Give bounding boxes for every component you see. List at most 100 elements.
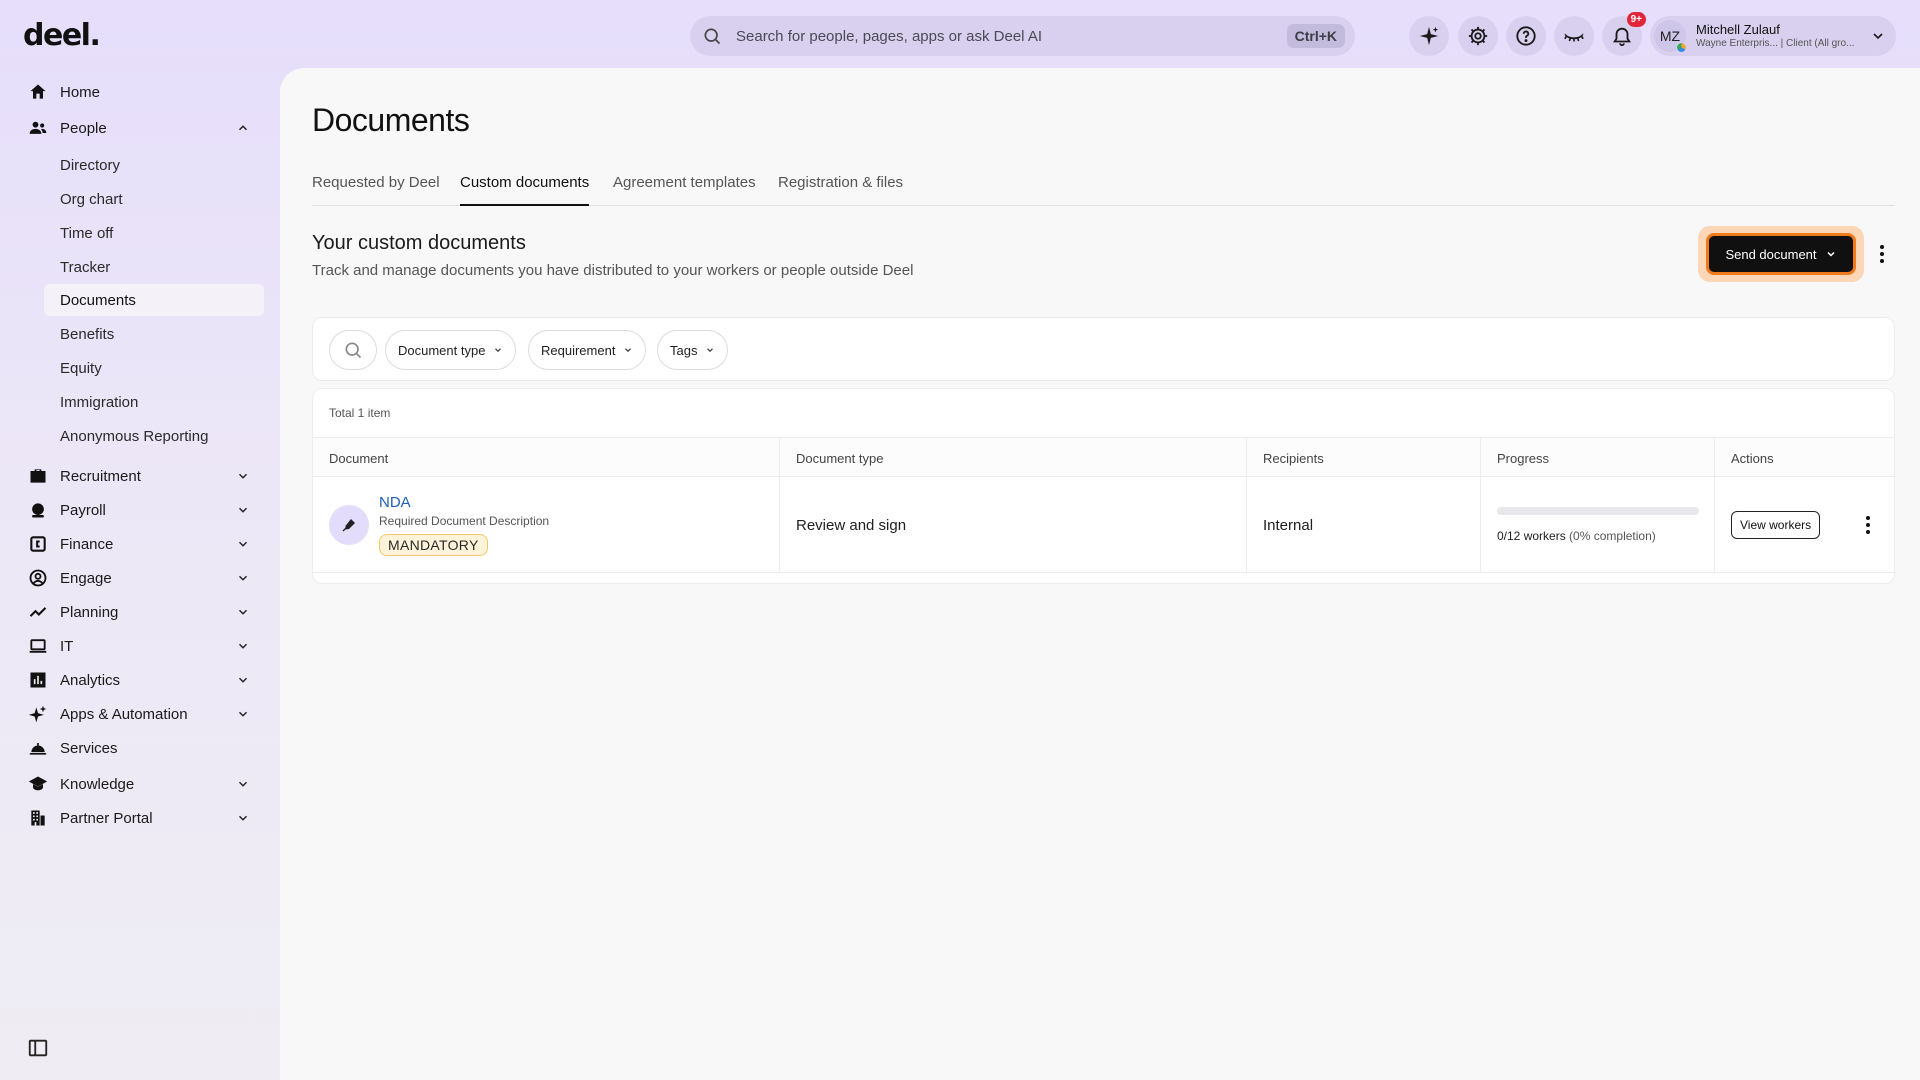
chevron-down-icon	[236, 605, 250, 619]
bell-icon	[1611, 25, 1633, 47]
progress-count: 0/12 workers	[1497, 529, 1566, 543]
chevron-up-icon	[236, 121, 250, 135]
chevron-down-icon	[1825, 248, 1837, 260]
sidebar-item-planning[interactable]: Planning	[28, 597, 250, 627]
analytics-icon	[28, 670, 48, 690]
sidebar-item-apps-automation[interactable]: Apps & Automation	[28, 699, 250, 729]
filter-tags[interactable]: Tags	[657, 330, 729, 370]
documents-table: Total 1 item Document Document type Reci…	[312, 388, 1895, 584]
tab-registration-files[interactable]: Registration & files	[778, 171, 903, 206]
notifications-button[interactable]: 9+	[1602, 12, 1646, 56]
tab-custom-documents[interactable]: Custom documents	[460, 171, 590, 206]
sidebar-item-knowledge[interactable]: Knowledge	[28, 769, 250, 799]
sidebar-item-label: Home	[60, 83, 101, 101]
sidebar-collapse-icon[interactable]	[27, 1037, 49, 1059]
chevron-down-icon	[705, 345, 715, 355]
sparkle-ai-icon	[1418, 25, 1440, 47]
sparkle-icon	[28, 704, 48, 724]
cell-document-type: Review and sign	[780, 477, 1247, 573]
cell-recipients: Internal	[1247, 477, 1481, 573]
chevron-down-icon	[493, 345, 503, 355]
sidebar-item-recruitment[interactable]: Recruitment	[28, 461, 250, 491]
deel-logo[interactable]: deel.	[23, 18, 101, 53]
sidebar-item-label: Apps & Automation	[60, 705, 188, 723]
row-more-options-icon[interactable]	[1860, 513, 1876, 537]
sidebar-item-finance[interactable]: Finance	[28, 529, 250, 559]
sidebar-subitem-benefits[interactable]: Benefits	[44, 318, 264, 350]
sidebar-item-label: Analytics	[60, 671, 121, 689]
chevron-down-icon	[236, 811, 250, 825]
chevron-down-icon	[1870, 28, 1886, 44]
sidebar-subitem-tracker[interactable]: Tracker	[44, 251, 264, 283]
sidebar-item-home[interactable]: Home	[28, 77, 250, 107]
chevron-down-icon	[236, 537, 250, 551]
sidebar-item-label: Services	[60, 739, 118, 757]
sidebar-subitem-immigration[interactable]: Immigration	[44, 386, 264, 418]
chevron-down-icon	[236, 503, 250, 517]
privacy-toggle-button[interactable]	[1554, 16, 1594, 56]
sidebar-item-payroll[interactable]: Payroll	[28, 495, 250, 525]
filter-search-button[interactable]	[329, 330, 377, 370]
table-header: Document Document type Recipients Progre…	[313, 437, 1894, 478]
finance-icon	[28, 534, 48, 554]
global-search[interactable]: Search for people, pages, apps or ask De…	[690, 16, 1355, 56]
org-status-dot	[1676, 42, 1687, 53]
filter-requirement[interactable]: Requirement	[528, 330, 647, 370]
sidebar-item-label: People	[60, 119, 107, 137]
sidebar-item-engage[interactable]: Engage	[28, 563, 250, 593]
tab-agreement-templates[interactable]: Agreement templates	[613, 171, 756, 206]
cell-progress: 0/12 workers (0% completion)	[1481, 477, 1715, 573]
eye-closed-icon	[1563, 25, 1585, 47]
column-header-progress: Progress	[1481, 438, 1715, 478]
sidebar-subitem-anonymous-reporting[interactable]: Anonymous Reporting	[44, 420, 264, 452]
chevron-down-icon	[623, 345, 633, 355]
settings-button[interactable]	[1458, 16, 1498, 56]
sidebar-item-services[interactable]: Services	[28, 733, 250, 763]
sidebar-subitem-org-chart[interactable]: Org chart	[44, 183, 264, 215]
sidebar-item-partner-portal[interactable]: Partner Portal	[28, 803, 250, 833]
page-title: Documents	[312, 102, 470, 138]
people-icon	[28, 118, 48, 138]
sidebar-item-label: Finance	[60, 535, 114, 553]
sidebar-item-it[interactable]: IT	[28, 631, 250, 661]
home-icon	[28, 82, 48, 102]
sidebar-item-label: Payroll	[60, 501, 106, 519]
filter-document-type[interactable]: Document type	[385, 330, 517, 370]
user-menu[interactable]: MZ Mitchell Zulauf Wayne Enterpris... | …	[1650, 16, 1896, 56]
send-document-button[interactable]: Send document	[1706, 233, 1856, 275]
avatar: MZ	[1654, 20, 1687, 53]
column-header-recipients: Recipients	[1247, 438, 1481, 478]
chevron-down-icon	[236, 571, 250, 585]
chevron-down-icon	[236, 777, 250, 791]
sidebar-subitem-documents[interactable]: Documents	[44, 284, 264, 316]
table-row: NDA Required Document Description MANDAT…	[313, 477, 1894, 573]
cell-actions: View workers	[1715, 477, 1894, 573]
sidebar-subitem-equity[interactable]: Equity	[44, 352, 264, 384]
view-workers-button[interactable]: View workers	[1731, 511, 1821, 539]
sidebar-item-analytics[interactable]: Analytics	[28, 665, 250, 695]
more-options-icon[interactable]	[1872, 242, 1892, 266]
cell-document: NDA Required Document Description MANDAT…	[313, 477, 780, 573]
sidebar-subitem-time-off[interactable]: Time off	[44, 217, 264, 249]
filter-label: Document type	[398, 342, 486, 358]
filter-label: Tags	[670, 342, 698, 358]
chevron-down-icon	[236, 469, 250, 483]
document-name-link[interactable]: NDA	[379, 494, 549, 512]
avatar-initials: MZ	[1659, 28, 1681, 44]
help-button[interactable]	[1506, 16, 1546, 56]
section-title: Your custom documents	[312, 232, 526, 254]
briefcase-icon	[28, 466, 48, 486]
search-shortcut-badge: Ctrl+K	[1286, 24, 1345, 48]
search-icon	[702, 26, 722, 46]
sidebar-item-people[interactable]: People	[28, 113, 250, 143]
section-subtitle: Track and manage documents you have dist…	[312, 262, 914, 279]
sidebar-item-label: Recruitment	[60, 467, 141, 485]
document-description: Required Document Description	[379, 514, 550, 528]
sidebar-item-label: IT	[60, 637, 74, 655]
document-avatar	[329, 505, 369, 545]
ai-sparkle-button[interactable]	[1409, 16, 1449, 56]
tab-requested-by-deel[interactable]: Requested by Deel	[312, 171, 440, 206]
search-input[interactable]: Search for people, pages, apps or ask De…	[736, 28, 1287, 45]
send-document-label: Send document	[1725, 246, 1817, 262]
sidebar-subitem-directory[interactable]: Directory	[44, 149, 264, 181]
